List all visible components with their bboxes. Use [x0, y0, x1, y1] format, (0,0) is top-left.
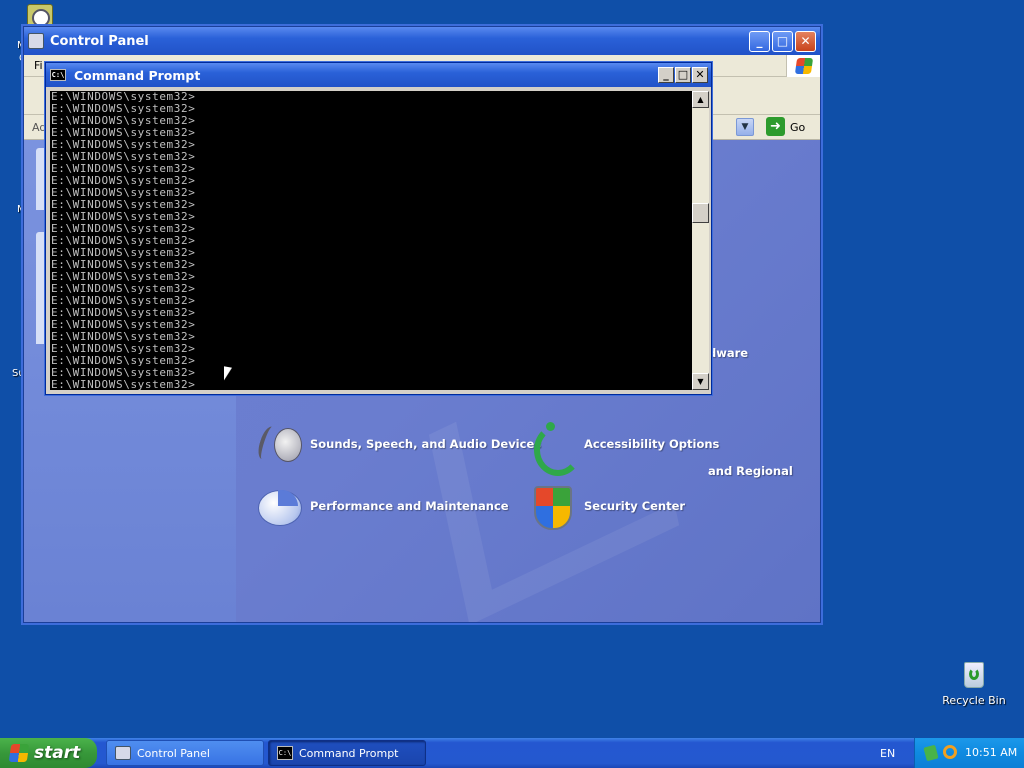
vertical-scrollbar[interactable]: ▲ ▼ [692, 91, 709, 390]
minimize-button[interactable]: _ [749, 30, 770, 52]
control-panel-icon [28, 33, 44, 49]
chevron-down-icon: ▼ [741, 122, 749, 132]
language-indicator[interactable]: EN [880, 747, 895, 760]
shield-icon [530, 484, 574, 530]
start-label: start [34, 743, 81, 763]
tray-app-icon[interactable] [923, 744, 939, 762]
maximize-icon: □ [677, 68, 689, 81]
category-sounds[interactable]: Sounds, Speech, and Audio Devices [256, 422, 541, 466]
category-label: dware [708, 346, 749, 360]
minimize-icon: _ [756, 33, 763, 48]
clock[interactable]: 10:51 AM [965, 746, 1017, 759]
start-button[interactable]: start [0, 738, 97, 768]
system-tray: 10:51 AM [914, 738, 1024, 768]
recycle-bin-icon [958, 656, 990, 690]
accessibility-icon [530, 422, 582, 476]
category-label: and Regional [708, 464, 793, 478]
category-label: Security Center [584, 499, 686, 513]
category-performance[interactable]: Performance and Maintenance [256, 484, 509, 528]
console-output[interactable]: E:\WINDOWS\system32> E:\WINDOWS\system32>… [50, 91, 692, 390]
maximize-icon: □ [776, 33, 789, 48]
close-icon: ✕ [695, 68, 705, 81]
taskbar-item-label: Control Panel [137, 746, 210, 760]
category-printers-hardware[interactable]: dware [708, 346, 748, 360]
maximize-button[interactable]: □ [772, 30, 793, 52]
command-prompt-titlebar[interactable]: C:\ Command Prompt _ □ ✕ [46, 63, 711, 87]
recycle-bin-label: Recycle Bin [942, 694, 1006, 707]
taskbar-item-control-panel[interactable]: Control Panel [106, 740, 264, 766]
console-line: E:\WINDOWS\system32> [51, 378, 196, 391]
command-prompt-icon: C:\ [277, 746, 293, 760]
minimize-icon: _ [663, 68, 669, 81]
go-button[interactable]: Go [790, 121, 805, 134]
scrollbar-thumb[interactable] [692, 203, 709, 223]
taskbar-item-command-prompt[interactable]: C:\ Command Prompt [268, 740, 426, 766]
recycle-bin-shortcut[interactable]: Recycle Bin [936, 656, 1012, 707]
triangle-up-icon: ▲ [697, 95, 704, 104]
windows-logo-icon [8, 744, 30, 762]
go-arrow-icon[interactable]: ➜ [766, 117, 785, 136]
category-label: Performance and Maintenance [310, 499, 509, 513]
scroll-down-button[interactable]: ▼ [692, 373, 709, 390]
triangle-down-icon: ▼ [697, 377, 704, 386]
category-security-center[interactable]: Security Center [530, 484, 686, 530]
command-prompt-window[interactable]: C:\ Command Prompt _ □ ✕ E:\WINDOWS\syst… [45, 62, 712, 395]
taskbar-item-label: Command Prompt [299, 746, 399, 760]
command-prompt-icon: C:\ [50, 69, 66, 81]
cmd-close-button[interactable]: ✕ [692, 67, 708, 83]
taskbar: start Control Panel C:\ Command Prompt E… [0, 738, 1024, 768]
mouse-cursor [224, 366, 232, 382]
cmd-minimize-button[interactable]: _ [658, 67, 674, 83]
control-panel-titlebar[interactable]: Control Panel _ □ ✕ [24, 27, 820, 55]
category-label: Accessibility Options [584, 437, 720, 451]
cmd-maximize-button[interactable]: □ [675, 67, 691, 83]
speaker-icon [256, 422, 302, 466]
scroll-up-button[interactable]: ▲ [692, 91, 709, 108]
performance-icon [256, 484, 302, 528]
category-date-time-regional[interactable]: and Regional [708, 464, 793, 478]
close-button[interactable]: ✕ [795, 30, 816, 52]
control-panel-icon [115, 746, 131, 760]
category-accessibility[interactable]: Accessibility Options [530, 422, 720, 476]
windows-logo-icon [786, 55, 820, 77]
control-panel-title: Control Panel [50, 33, 149, 49]
menu-file-clipped[interactable]: Fi [34, 59, 43, 72]
category-label: Sounds, Speech, and Audio Devices [310, 437, 542, 451]
tray-search-icon[interactable] [943, 745, 957, 759]
address-dropdown-button[interactable]: ▼ [736, 118, 754, 136]
command-prompt-title: Command Prompt [74, 67, 201, 83]
close-icon: ✕ [800, 33, 811, 48]
